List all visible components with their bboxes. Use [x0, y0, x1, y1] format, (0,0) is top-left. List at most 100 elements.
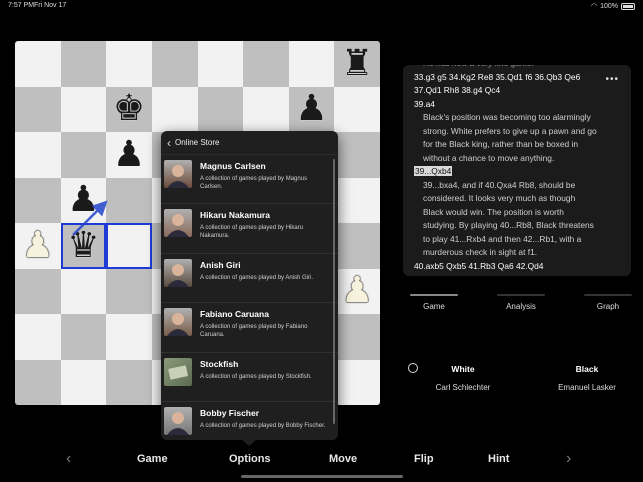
square-c8[interactable]: [106, 41, 152, 87]
square-f7[interactable]: [243, 86, 289, 132]
square-h8[interactable]: ♜: [334, 41, 380, 87]
person-avatar: [164, 308, 192, 337]
square-a2[interactable]: [15, 314, 61, 360]
white-pawn-piece[interactable]: ♟: [341, 273, 373, 309]
battery-icon: [621, 2, 635, 10]
person-avatar: [164, 209, 192, 238]
store-item-name: Stockfish: [200, 358, 239, 369]
square-a3[interactable]: [15, 268, 61, 314]
square-b8[interactable]: [60, 41, 107, 87]
square-c5[interactable]: [106, 177, 152, 223]
white-pawn-piece[interactable]: ♟: [22, 227, 54, 264]
more-options-icon[interactable]: •••: [605, 73, 619, 87]
tab-analysis[interactable]: Analysis: [497, 294, 545, 311]
square-c3[interactable]: [106, 268, 152, 314]
flip-button[interactable]: Flip: [414, 453, 434, 465]
square-b4[interactable]: ♛: [60, 223, 107, 269]
store-item-description: A collection of games played by Bobby Fi…: [200, 422, 326, 429]
person-avatar: [164, 406, 192, 435]
square-a1[interactable]: [15, 359, 61, 405]
black-pawn-piece[interactable]: ♟: [295, 91, 327, 127]
move-button[interactable]: Move: [329, 453, 357, 465]
next-move-icon[interactable]: ›: [566, 450, 571, 468]
square-c4[interactable]: [106, 223, 152, 269]
notation-comment: studying. By playing 40...Rb8, Black thr…: [423, 220, 594, 230]
store-item[interactable]: Stockfish A collection of games played by…: [161, 353, 338, 402]
notation-move[interactable]: 33.g3 g5 34.Kg2 Re8 35.Qd1 f6 36.Qb3 Qe6: [414, 71, 619, 85]
notation-move[interactable]: 39...Qxb4: [414, 165, 619, 179]
square-g8[interactable]: [288, 41, 335, 87]
square-e8[interactable]: [197, 41, 244, 87]
popover-back-button[interactable]: ‹ Online Store: [161, 131, 338, 155]
black-pawn-piece[interactable]: ♟: [113, 136, 145, 173]
store-item-description: A collection of games played by Fabiano …: [200, 324, 308, 338]
square-c2[interactable]: [106, 314, 152, 360]
store-item[interactable]: Anish Giri A collection of games played b…: [161, 254, 338, 304]
square-c6[interactable]: ♟: [106, 132, 152, 178]
black-king-piece[interactable]: ♚: [113, 91, 145, 127]
white-label: White: [451, 364, 475, 374]
options-button[interactable]: Options: [229, 453, 271, 465]
white-player: White Carl Schlechter: [413, 364, 513, 392]
notation-panel[interactable]: He has now a very fine game.33.g3 g5 34.…: [403, 65, 631, 276]
scrollbar[interactable]: [333, 159, 335, 424]
engine-avatar: [164, 357, 192, 386]
square-h1[interactable]: [334, 359, 380, 405]
store-item-text: Anish Giri A collection of games played b…: [200, 259, 330, 283]
square-c7[interactable]: ♚: [106, 86, 152, 132]
notation-move[interactable]: 37.Qd1 Rh8 38.g4 Qc4: [414, 84, 619, 98]
square-a6[interactable]: [15, 132, 61, 178]
square-h2[interactable]: [334, 314, 380, 360]
square-h4[interactable]: [334, 223, 380, 269]
status-date: Fri Nov 17: [34, 2, 67, 9]
game-button[interactable]: Game: [137, 453, 168, 465]
square-f8[interactable]: [243, 41, 289, 87]
square-h7[interactable]: [334, 86, 380, 132]
store-item-name: Magnus Carlsen: [200, 161, 266, 171]
store-item-description: A collection of games played by Stockfis…: [200, 373, 312, 380]
person-avatar: [164, 258, 192, 287]
store-item-name: Fabiano Caruana: [200, 309, 269, 320]
hint-button[interactable]: Hint: [488, 453, 509, 465]
black-queen-piece[interactable]: ♛: [67, 227, 99, 264]
square-c1[interactable]: [106, 359, 152, 405]
square-a8[interactable]: [15, 41, 61, 87]
notation-move[interactable]: 40.axb5 Qxb5 41.Rb3 Qa6 42.Qd4: [414, 260, 619, 274]
panel-tabs: Game Analysis Graph: [410, 294, 632, 311]
square-b5[interactable]: ♟: [60, 177, 107, 223]
notation-comment: murderous check in sight at f1.: [423, 247, 538, 257]
black-pawn-piece[interactable]: ♟: [67, 182, 99, 218]
notation-move[interactable]: 39.a4: [414, 98, 619, 112]
tab-graph[interactable]: Graph: [584, 294, 632, 311]
square-b7[interactable]: [60, 86, 107, 132]
square-a5[interactable]: [15, 177, 61, 223]
square-d7[interactable]: [151, 86, 198, 132]
store-item[interactable]: Fabiano Caruana A collection of games pla…: [161, 303, 338, 353]
store-item-text: Fabiano Caruana A collection of games pla…: [200, 308, 330, 339]
store-item-name: Hikaru Nakamura: [200, 210, 270, 221]
square-b6[interactable]: [60, 132, 107, 178]
store-item[interactable]: Magnus Carlsen A collection of games play…: [161, 155, 338, 205]
square-a7[interactable]: [15, 86, 61, 132]
tab-game[interactable]: Game: [410, 294, 458, 311]
square-e7[interactable]: [197, 86, 244, 132]
current-move-highlight[interactable]: 39...Qxb4: [414, 166, 453, 176]
square-h3[interactable]: ♟: [334, 268, 380, 314]
square-h6[interactable]: [334, 132, 380, 178]
notation-text: He has now a very fine game.33.g3 g5 34.…: [414, 65, 619, 273]
square-b3[interactable]: [60, 268, 107, 314]
square-d8[interactable]: [151, 41, 198, 87]
square-a4[interactable]: ♟: [15, 223, 61, 269]
store-item[interactable]: Hikaru Nakamura A collection of games pla…: [161, 204, 338, 254]
store-item[interactable]: Bobby Fischer A collection of games playe…: [161, 402, 338, 440]
store-item-name: Anish Giri: [200, 259, 241, 270]
square-g7[interactable]: ♟: [288, 86, 335, 132]
popover-title: Online Store: [175, 138, 220, 147]
notation-comment: without a chance to move anything.: [423, 152, 555, 163]
previous-move-icon[interactable]: ‹: [66, 450, 71, 468]
black-rook-piece[interactable]: ♜: [341, 45, 373, 82]
square-b2[interactable]: [60, 314, 107, 360]
square-h5[interactable]: [334, 177, 380, 223]
square-b1[interactable]: [60, 359, 107, 405]
person-avatar: [164, 160, 192, 188]
